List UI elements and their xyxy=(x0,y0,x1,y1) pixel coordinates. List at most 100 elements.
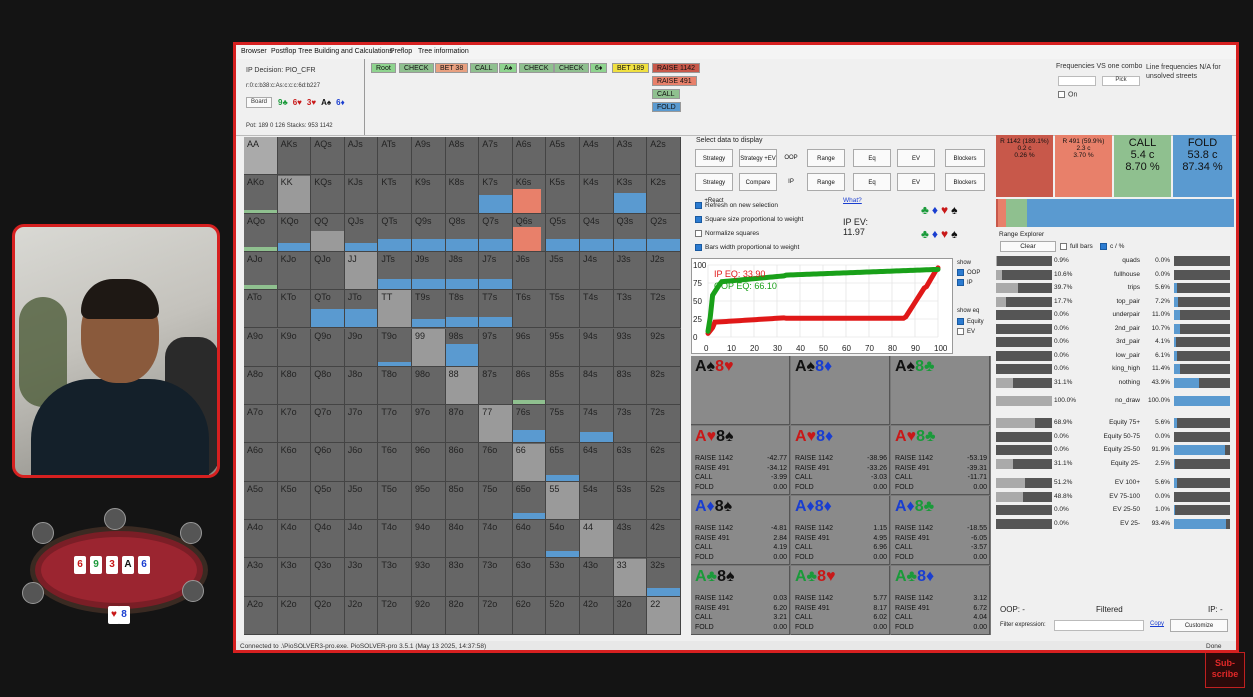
range-cell[interactable]: 85o xyxy=(445,481,480,520)
range-cell[interactable]: 94s xyxy=(580,328,614,367)
range-cell[interactable]: TT xyxy=(378,290,412,329)
option-call[interactable]: CALL xyxy=(652,89,680,99)
combo-cell[interactable]: A♥8♠ RAISE 1142 -42.77 RAISE 491 -34.12 CALL -… xyxy=(691,426,790,495)
range-cell[interactable]: ATs xyxy=(378,137,412,176)
option-raise-1142[interactable]: RAISE 1142 xyxy=(652,63,701,73)
range-cell[interactable]: 42s xyxy=(647,520,681,559)
menu-postflop[interactable]: Postflop Tree Building and Calculations xyxy=(271,48,393,55)
combo-cell[interactable]: A♣8♦ RAISE 1142 3.12 RAISE 491 6.72 CALL 4.04 F… xyxy=(891,566,990,635)
combo-cell[interactable]: A♦8♦ RAISE 1142 1.15 RAISE 491 4.95 CALL 6.96 F… xyxy=(791,496,890,565)
range-cell[interactable]: 92o xyxy=(412,596,446,635)
action-check[interactable]: CHECK xyxy=(519,63,554,73)
display-eq[interactable]: Eq xyxy=(853,149,891,167)
range-cell[interactable]: 65s xyxy=(546,443,580,482)
range-cell[interactable]: QQ xyxy=(311,213,345,252)
display-ev[interactable]: EV xyxy=(897,149,935,167)
range-cell[interactable]: KTs xyxy=(378,175,412,214)
range-cell[interactable]: 97s xyxy=(479,328,513,367)
range-cell[interactable]: Q4s xyxy=(580,213,614,252)
combo-cell[interactable]: A♠8♦ xyxy=(791,356,890,425)
display-oop[interactable]: OOP xyxy=(781,149,801,167)
range-cell[interactable]: T7s xyxy=(479,290,513,329)
range-cell[interactable]: K2o xyxy=(277,596,312,635)
range-cell[interactable]: 32o xyxy=(613,596,648,635)
range-cell[interactable]: T5s xyxy=(546,290,580,329)
range-cell[interactable]: T7o xyxy=(378,405,412,444)
range-cell[interactable]: Q6o xyxy=(311,443,345,482)
range-cell[interactable]: 62s xyxy=(647,443,681,482)
range-cell[interactable]: T2o xyxy=(378,596,412,635)
range-cell[interactable]: T9o xyxy=(378,328,412,367)
combo-cell[interactable]: A♦8♣ RAISE 1142 -18.55 RAISE 491 -6.05 CALL -3… xyxy=(891,496,990,565)
on-checkbox[interactable]: On xyxy=(1058,91,1077,98)
range-cell[interactable]: QJo xyxy=(311,251,345,291)
range-cell[interactable]: T6o xyxy=(378,443,412,482)
range-cell[interactable]: 87o xyxy=(445,405,480,444)
range-cell[interactable]: J2o xyxy=(344,596,379,635)
range-cell[interactable]: A5s xyxy=(546,137,580,176)
full-bars-checkbox[interactable]: full bars xyxy=(1060,243,1093,250)
range-cell[interactable]: Q7s xyxy=(479,213,513,252)
range-cell[interactable]: KTo xyxy=(277,290,312,329)
range-cell[interactable]: J7s xyxy=(479,251,513,291)
range-cell[interactable]: 66 xyxy=(512,443,547,482)
range-cell[interactable]: QTs xyxy=(378,213,412,252)
range-cell[interactable]: A8o xyxy=(244,366,278,406)
action-root[interactable]: Root xyxy=(371,63,396,73)
range-cell[interactable]: 52s xyxy=(647,481,681,520)
range-cell[interactable]: T3o xyxy=(378,558,412,597)
range-cell[interactable]: T4s xyxy=(580,290,614,329)
suit-filter-oop[interactable]: ♣♦♥♠ xyxy=(921,203,961,217)
range-cell[interactable]: K6o xyxy=(277,443,312,482)
option-raise-491[interactable]: RAISE 491 xyxy=(652,76,697,86)
range-cell[interactable]: J5o xyxy=(344,481,379,520)
range-cell[interactable]: 82s xyxy=(647,366,681,406)
summary-3[interactable]: FOLD 53.8 c 87.34 % xyxy=(1173,135,1232,197)
range-cell[interactable]: Q6s xyxy=(512,213,547,252)
range-cell[interactable]: 64o xyxy=(512,520,547,559)
range-cell[interactable]: T5o xyxy=(378,481,412,520)
pick-button[interactable]: Pick xyxy=(1102,76,1140,86)
range-cell[interactable]: QJs xyxy=(344,213,379,252)
range-cell[interactable]: J5s xyxy=(546,251,580,291)
range-cell[interactable]: A4o xyxy=(244,520,278,559)
range-cell[interactable]: Q8o xyxy=(311,366,345,406)
range-cell[interactable]: 96o xyxy=(412,443,446,482)
range-cell[interactable]: A6s xyxy=(512,137,547,176)
range-cell[interactable]: A2s xyxy=(647,137,681,176)
range-cell[interactable]: A2o xyxy=(244,596,278,635)
range-cell[interactable]: 54s xyxy=(580,481,614,520)
range-cell[interactable]: T8o xyxy=(378,366,412,406)
range-cell[interactable]: J7o xyxy=(344,405,379,444)
range-cell[interactable]: 72o xyxy=(479,596,513,635)
range-cell[interactable]: 86o xyxy=(445,443,480,482)
range-cell[interactable]: AJs xyxy=(344,137,379,176)
range-cell[interactable]: 85s xyxy=(546,366,580,406)
range-cell[interactable]: AKs xyxy=(277,137,312,176)
combo-cell[interactable]: A♠8♥ xyxy=(691,356,790,425)
action-call[interactable]: CALL xyxy=(470,63,498,73)
range-cell[interactable]: KQs xyxy=(311,175,345,214)
range-cell[interactable]: 42o xyxy=(580,596,614,635)
range-cell[interactable]: Q9s xyxy=(412,213,446,252)
range-cell[interactable]: T4o xyxy=(378,520,412,559)
range-cell[interactable]: A6o xyxy=(244,443,278,482)
range-cell[interactable]: K5o xyxy=(277,481,312,520)
display2-eq[interactable]: Eq xyxy=(853,173,891,191)
range-cell[interactable]: 95s xyxy=(546,328,580,367)
range-cell[interactable]: 72s xyxy=(647,405,681,444)
ip-checkbox[interactable]: IP xyxy=(957,279,973,286)
range-cell[interactable]: 43s xyxy=(613,520,648,559)
range-cell[interactable]: J4s xyxy=(580,251,614,291)
range-cell[interactable]: 88 xyxy=(445,366,480,406)
range-cell[interactable]: T3s xyxy=(613,290,648,329)
range-cell[interactable]: 54o xyxy=(546,520,580,559)
menu-browser[interactable]: Browser xyxy=(241,48,267,55)
summary-2[interactable]: CALL 5.4 c 8.70 % xyxy=(1114,135,1171,197)
action-bet-189[interactable]: BET 189 xyxy=(612,63,650,73)
range-cell[interactable]: 33 xyxy=(613,558,648,597)
display-blockers[interactable]: Blockers xyxy=(945,149,985,167)
combo-input[interactable] xyxy=(1058,76,1096,86)
range-cell[interactable]: A4s xyxy=(580,137,614,176)
equity-checkbox[interactable]: Equity xyxy=(957,318,984,325)
